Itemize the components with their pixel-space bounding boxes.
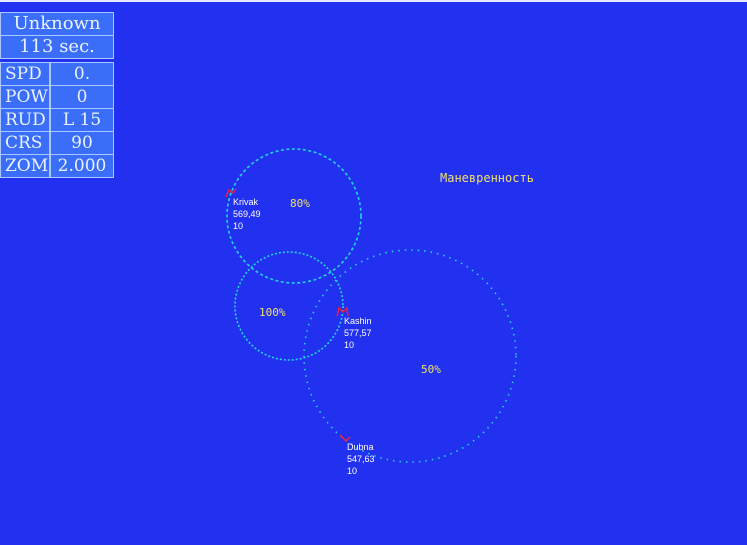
zone-label-80: 80% <box>290 197 310 210</box>
ship-name: Krivak <box>233 197 259 207</box>
map-title: Маневренность <box>440 171 534 185</box>
ship-coords: 577,57 <box>344 328 372 338</box>
ship-coords: 569,49 <box>233 209 261 219</box>
ship-name: Dubna <box>347 442 374 452</box>
ship-marker-icon <box>339 434 351 443</box>
ship-name: Kashin <box>344 316 372 326</box>
ship-coords: 547,63 <box>347 454 375 464</box>
ship-value: 10 <box>347 466 357 476</box>
ship-dubna[interactable]: Dubna 547,63 10 <box>339 434 375 476</box>
zone-circle-50 <box>303 249 517 463</box>
ship-krivak[interactable]: Krivak 569,49 10 <box>225 188 261 231</box>
ship-value: 10 <box>344 340 354 350</box>
tactical-map[interactable]: Маневренность 80% 100% 50% Krivak 569,49… <box>0 0 747 545</box>
ship-value: 10 <box>233 221 243 231</box>
zone-label-50: 50% <box>421 363 441 376</box>
zone-label-100: 100% <box>259 306 286 319</box>
